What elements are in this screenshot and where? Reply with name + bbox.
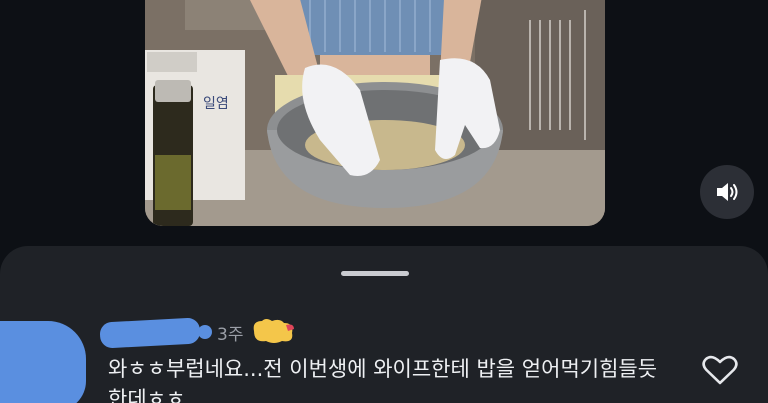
comment-timestamp: 3주 <box>217 325 244 345</box>
username-redacted[interactable] <box>99 317 201 349</box>
bag-label: 일염 <box>203 96 229 112</box>
cooking-video-frame: 일염 <box>145 0 605 226</box>
sticker-icon <box>253 319 294 343</box>
comment-text: 와ㅎㅎ부럽네요...전 이번생에 와이프한테 밥을 얻어먹기힘들듯한데ㅎㅎ <box>108 357 658 403</box>
heart-outline-icon[interactable] <box>702 354 738 386</box>
volume-icon <box>717 183 738 201</box>
avatar[interactable] <box>0 321 86 403</box>
video-player[interactable]: 일염 <box>145 0 605 226</box>
drag-handle[interactable] <box>341 271 409 276</box>
volume-button[interactable] <box>700 165 754 219</box>
username-redacted-dot <box>198 325 212 339</box>
video-area: 일염 <box>0 0 768 240</box>
comment-sheet: 3주 와ㅎㅎ부럽네요...전 이번생에 와이프한테 밥을 얻어먹기힘들듯한데ㅎㅎ <box>0 246 768 403</box>
